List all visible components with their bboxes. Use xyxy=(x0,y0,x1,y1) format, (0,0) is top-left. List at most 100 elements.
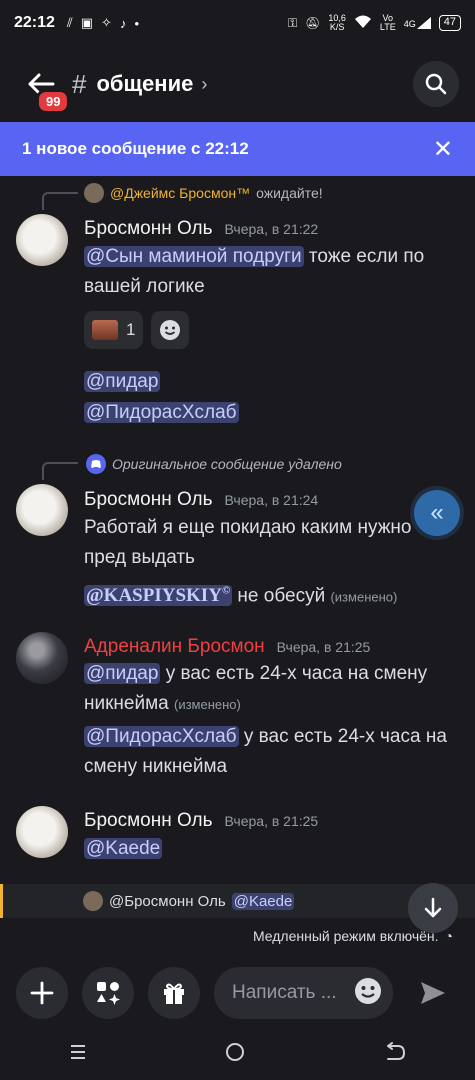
new-messages-bar[interactable]: 1 новое сообщение с 22:12 ✕ xyxy=(0,122,475,176)
message-text: @KASPIYSKIY© не обесуй (изменено) xyxy=(84,576,454,612)
arrow-down-icon xyxy=(424,897,442,918)
recent-apps-button[interactable] xyxy=(69,1043,87,1066)
timestamp: Вчера, в 21:24 xyxy=(224,492,319,508)
net-speed: 10,6 K/S xyxy=(328,14,346,32)
signal-icon: 4G xyxy=(404,17,431,29)
edited-label: (изменено) xyxy=(174,697,241,712)
timestamp: Вчера, в 21:25 xyxy=(276,639,371,655)
reaction-count: 1 xyxy=(126,320,136,339)
user-mention[interactable]: @пидар xyxy=(84,371,161,392)
reaction[interactable]: 1 xyxy=(84,311,144,349)
unread-badge: 99 xyxy=(36,89,71,114)
system-back-button[interactable] xyxy=(384,1041,406,1067)
reply-connector xyxy=(42,192,78,210)
gift-button[interactable] xyxy=(148,967,200,1019)
nfc-icon: ⫽ xyxy=(66,15,73,30)
search-icon xyxy=(425,73,447,95)
avatar[interactable] xyxy=(16,632,68,684)
battery-indicator: 47 xyxy=(438,15,461,31)
apps-button[interactable] xyxy=(82,967,134,1019)
message-header: Бросмонн Оль Вчера, в 21:22 xyxy=(84,218,318,240)
circle-icon xyxy=(226,1042,245,1061)
author-name[interactable]: Бросмонн Оль xyxy=(84,810,213,832)
channel-title[interactable]: общение xyxy=(96,71,193,97)
timestamp: Вчера, в 21:22 xyxy=(224,221,319,237)
add-attachment-button[interactable] xyxy=(16,967,68,1019)
message-input[interactable] xyxy=(232,982,353,1004)
status-bar: 22:12 ⫽ ▣ ✧ ♪ • ⚿ 🔕︎ 10,6 K/S Vo LTE 4G … xyxy=(0,0,475,46)
edited-label: (изменено) xyxy=(330,589,398,605)
scroll-to-bottom-button[interactable] xyxy=(408,883,458,933)
message-text: @ПидорасХслаб у вас есть 24-х часа на см… xyxy=(84,722,459,782)
user-mention[interactable]: @ПидорасХслаб xyxy=(84,402,239,423)
reply-preview[interactable]: Оригинальное сообщение удалено xyxy=(86,453,342,475)
user-mention[interactable]: @KASPIYSKIY© xyxy=(84,585,233,607)
double-chevron-left-icon: « xyxy=(430,499,444,526)
message-composer xyxy=(0,958,475,1028)
jump-to-reply-button[interactable]: « xyxy=(414,490,460,536)
add-reaction-button[interactable] xyxy=(151,311,190,349)
message-text: @Kaede xyxy=(84,834,163,864)
message-input-wrapper xyxy=(214,967,393,1019)
custom-emoji-icon xyxy=(92,320,118,340)
apps-icon xyxy=(97,982,120,1005)
user-mention[interactable]: @Kaede xyxy=(231,892,295,910)
smiley-icon xyxy=(160,320,181,340)
user-mention[interactable]: @пидар xyxy=(84,663,161,684)
chevron-right-icon[interactable]: › xyxy=(201,74,207,95)
message-text: @ПидорасХслаб xyxy=(84,398,239,428)
tiktok-icon: ♪ xyxy=(119,15,127,31)
reactions-row: 1 xyxy=(84,311,190,349)
author-name[interactable]: Бросмонн Оль xyxy=(84,218,213,240)
message-text: @пидар xyxy=(84,367,161,397)
reply-avatar xyxy=(83,891,103,911)
reply-preview[interactable]: @Джеймс Бросмон™ ожидайте! xyxy=(84,182,323,204)
message-header: Бросмонн Оль Вчера, в 21:24 xyxy=(84,489,318,511)
hash-icon: # xyxy=(72,68,87,99)
home-button[interactable] xyxy=(225,1042,245,1067)
user-mention[interactable]: @ПидорасХслаб xyxy=(84,726,239,747)
author-name[interactable]: Бросмонн Оль xyxy=(84,489,213,511)
timestamp: Вчера, в 21:25 xyxy=(224,813,319,829)
slow-mode-notice: Медленный режим включён. ◔ xyxy=(253,928,453,944)
smiley-icon xyxy=(355,977,381,1004)
mention-name: @KASPIYSKIY xyxy=(86,585,222,607)
send-icon xyxy=(421,982,445,1004)
timer-icon: ◔ xyxy=(444,928,453,944)
key-icon: ⚿ xyxy=(287,15,298,30)
channel-header: 99 # общение › xyxy=(0,46,475,122)
back-arrow-icon xyxy=(386,1041,405,1060)
user-mention[interactable]: @Kaede xyxy=(84,838,163,859)
network-type: 4G xyxy=(403,19,416,29)
user-mention[interactable]: @Сын маминой подруги xyxy=(84,246,304,267)
next-message-reply-preview[interactable]: @Бросмонн Оль @Kaede xyxy=(0,884,475,918)
clock: 22:12 xyxy=(14,14,55,31)
net-speed-unit: K/S xyxy=(329,22,345,32)
send-button[interactable] xyxy=(407,967,459,1019)
volte-bottom: LTE xyxy=(379,22,396,32)
slow-mode-text: Медленный режим включён. xyxy=(252,928,439,944)
message-header: Адреналин Бросмон Вчера, в 21:25 xyxy=(84,636,370,658)
dot-icon: • xyxy=(134,15,139,31)
message-text: @Сын маминой подруги тоже если по вашей … xyxy=(84,242,454,302)
news-icon: ▣ xyxy=(80,15,94,30)
message-header: Бросмонн Оль Вчера, в 21:25 xyxy=(84,810,318,832)
reply-text: ожидайте! xyxy=(256,185,323,201)
message-text: @пидар у вас есть 24-х часа на смену ник… xyxy=(84,659,459,720)
close-icon[interactable]: ✕ xyxy=(433,135,453,164)
gift-icon xyxy=(164,983,184,1004)
reply-avatar xyxy=(84,183,104,203)
reply-connector xyxy=(42,462,78,480)
avatar[interactable] xyxy=(16,214,68,266)
reply-deleted-text: Оригинальное сообщение удалено xyxy=(112,456,342,472)
avatar[interactable] xyxy=(16,806,68,858)
back-button[interactable]: 99 xyxy=(16,59,71,114)
emoji-picker-button[interactable] xyxy=(353,976,383,1011)
system-navigation-bar xyxy=(0,1028,475,1080)
author-name[interactable]: Адреналин Бросмон xyxy=(84,636,265,658)
avatar[interactable] xyxy=(16,484,68,536)
search-button[interactable] xyxy=(413,61,459,107)
wifi-icon xyxy=(354,15,372,32)
plus-icon xyxy=(30,981,54,1005)
reply-author: @Бросмонн Оль xyxy=(109,892,226,910)
